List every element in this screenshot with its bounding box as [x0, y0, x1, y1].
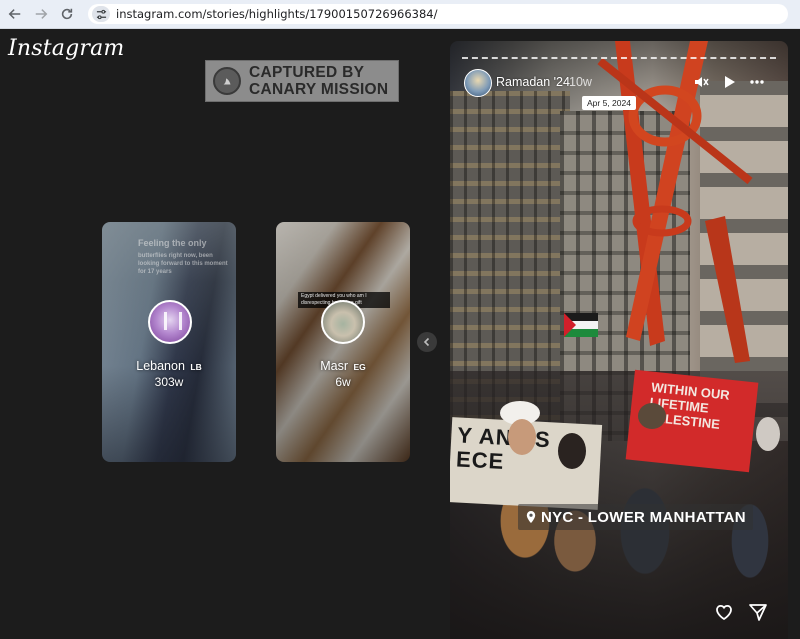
- play-button[interactable]: [720, 73, 738, 91]
- more-horizontal-icon: [750, 80, 764, 84]
- highlight-title: Masr EG: [276, 359, 410, 373]
- location-pin-icon: [526, 511, 536, 523]
- highlight-age: 303w: [154, 375, 184, 389]
- story-image-flag: [564, 313, 598, 337]
- date-tooltip: Apr 5, 2024: [582, 96, 636, 110]
- highlight-age: 6w: [335, 375, 351, 389]
- flag-code: LB: [190, 362, 202, 372]
- avatar: [148, 300, 192, 344]
- share-button[interactable]: [747, 601, 769, 623]
- thumb-faded-caption-small: butterflies right now, been looking forw…: [138, 253, 228, 275]
- watermark-text: CAPTURED BY CANARY MISSION: [249, 64, 388, 98]
- story-username[interactable]: Ramadan '24: [496, 75, 570, 89]
- story-progress-bar: [462, 57, 776, 61]
- watermark-line2: CANARY MISSION: [249, 81, 389, 98]
- highlight-title: Lebanon LB: [102, 359, 236, 373]
- story-age: 10w: [569, 75, 592, 89]
- url-text: instagram.com/stories/highlights/1790015…: [116, 7, 438, 21]
- previous-story-button[interactable]: [417, 332, 437, 352]
- banner-text: Y ANY S ECE: [455, 422, 552, 474]
- canary-mission-watermark: CAPTURED BY CANARY MISSION: [205, 60, 399, 102]
- highlight-masr[interactable]: Egypt delivered you who am I disrespecti…: [276, 222, 410, 462]
- thumb-faded-caption: Feeling the only: [138, 238, 207, 248]
- mute-button[interactable]: [692, 73, 710, 91]
- site-info-button[interactable]: [92, 6, 110, 22]
- reload-button[interactable]: [56, 3, 78, 25]
- canary-seal-icon: [213, 67, 241, 95]
- tune-icon: [96, 9, 106, 19]
- avatar[interactable]: [464, 69, 492, 97]
- story-viewer[interactable]: Y ANY S ECE WITHIN OUR LIFETIME PALESTIN…: [450, 41, 788, 639]
- story-image-person: [508, 419, 536, 455]
- forward-button[interactable]: [30, 3, 52, 25]
- arrow-left-icon: [8, 9, 21, 19]
- speaker-muted-icon: [695, 77, 709, 87]
- story-image-person: [638, 403, 666, 429]
- browser-toolbar: instagram.com/stories/highlights/1790015…: [0, 0, 800, 29]
- instagram-logo[interactable]: Instagram: [8, 36, 124, 61]
- address-bar[interactable]: instagram.com/stories/highlights/1790015…: [88, 4, 788, 24]
- highlight-name: Masr: [320, 359, 348, 373]
- story-image-person: [558, 433, 586, 469]
- avatar: [321, 300, 365, 344]
- watermark-line1: CAPTURED BY: [249, 64, 365, 81]
- more-button[interactable]: [748, 73, 766, 91]
- like-button[interactable]: [713, 601, 735, 623]
- send-icon: [749, 604, 767, 621]
- arrow-right-icon: [35, 9, 48, 19]
- highlight-name: Lebanon: [136, 359, 185, 373]
- chevron-left-icon: [423, 337, 430, 347]
- play-icon: [725, 76, 735, 88]
- heart-icon: [716, 604, 732, 621]
- highlight-lebanon[interactable]: Feeling the only butterflies right now, …: [102, 222, 236, 462]
- flag-code: EG: [353, 362, 366, 372]
- reload-icon: [61, 8, 73, 20]
- back-button[interactable]: [4, 3, 26, 25]
- location-sticker[interactable]: NYC - LOWER MANHATTAN: [518, 504, 753, 530]
- story-image-person: [756, 417, 780, 451]
- location-text: NYC - LOWER MANHATTAN: [541, 508, 746, 526]
